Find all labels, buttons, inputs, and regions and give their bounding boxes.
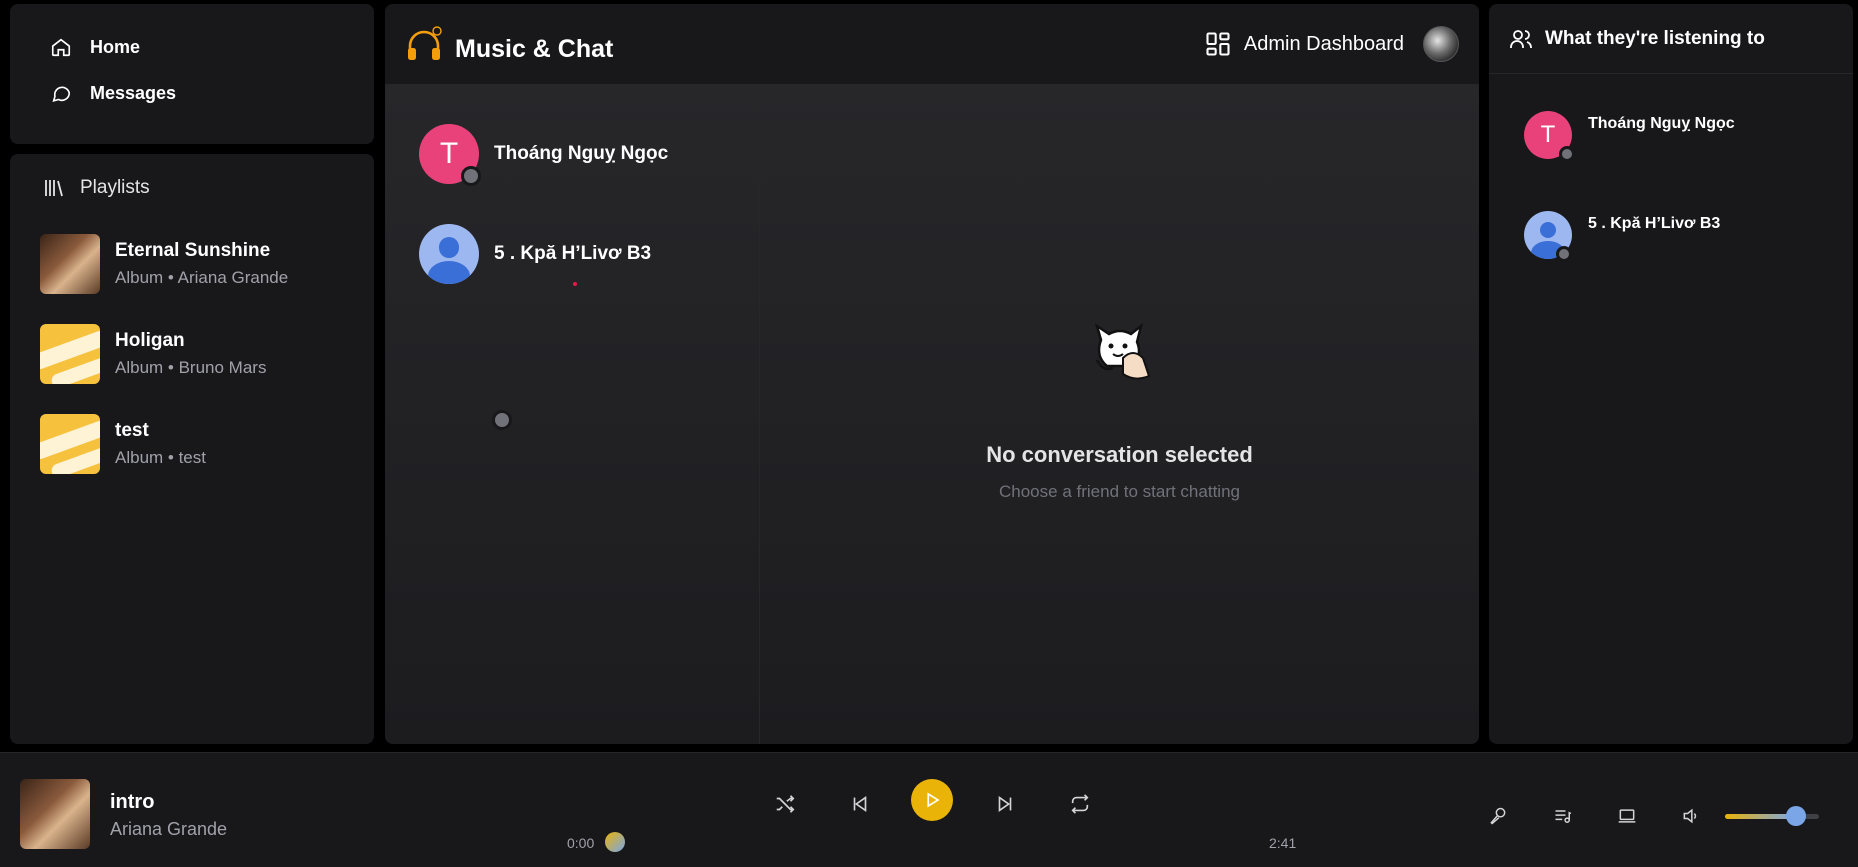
volume-button[interactable]: [1678, 803, 1704, 829]
user-silhouette-icon: [1539, 221, 1557, 238]
playlists-header-label: Playlists: [80, 177, 150, 198]
avatar: T: [1524, 111, 1575, 162]
cat-sticker-icon: [1094, 322, 1151, 380]
playlist-title: test: [115, 420, 149, 441]
friends-activity-header: What they're listening to: [1489, 4, 1853, 74]
playlist-subtitle: Album • Bruno Mars: [115, 358, 267, 377]
avatar-initial: T: [1540, 121, 1556, 148]
playlist-panel: Playlists Eternal Sunshine Album • Arian…: [10, 154, 374, 744]
devices-button[interactable]: [1614, 803, 1640, 829]
now-playing-artist: Ariana Grande: [110, 819, 228, 839]
now-playing-title: intro: [110, 791, 155, 813]
app-title: Music & Chat: [455, 35, 614, 63]
users-icon: [1510, 29, 1532, 48]
user-silhouette-body: [428, 261, 470, 284]
nav-messages[interactable]: Messages: [50, 82, 176, 104]
nav-home-label: Home: [90, 36, 141, 57]
volume-icon: [1683, 808, 1697, 824]
friends-activity-title: What they're listening to: [1545, 27, 1765, 49]
layout-dashboard-icon: [1206, 32, 1230, 56]
play-icon: [927, 792, 940, 808]
repeat-icon: [1071, 794, 1089, 814]
skip-back-icon: [853, 795, 867, 813]
list-music-icon: [1555, 810, 1572, 823]
chat-area: T Thoáng Nguỵ Ngọc 5 . Kpă H’Livơ B3 No …: [385, 84, 1479, 744]
user-silhouette-icon: [438, 237, 460, 258]
headphones-logo-icon: [408, 26, 442, 60]
mic-button[interactable]: [1485, 803, 1511, 829]
home-icon: [51, 38, 71, 57]
previous-button[interactable]: [845, 789, 875, 819]
main-panel: Music & Chat Admin Dashboard T Thoáng Ng…: [385, 4, 1479, 744]
laptop-icon: [1618, 809, 1636, 823]
avatar: [419, 224, 479, 284]
playlist-item-eternal-sunshine[interactable]: Eternal Sunshine Album • Ariana Grande: [40, 234, 288, 294]
now-playing-cover: [20, 779, 90, 849]
conversation-item[interactable]: 5 . Kpă H’Livơ B3: [419, 224, 652, 430]
playlist-item-test[interactable]: test Album • test: [40, 414, 206, 474]
status-dot: [1556, 246, 1572, 262]
playlist-subtitle: Album • test: [115, 448, 206, 467]
avatar-initial: T: [439, 137, 459, 170]
volume-knob[interactable]: [1785, 806, 1806, 826]
friend-item[interactable]: T Thoáng Nguỵ Ngọc: [1524, 111, 1735, 162]
mic-icon: [1490, 807, 1506, 825]
empty-state-title: No conversation selected: [986, 442, 1253, 467]
current-time: 0:00: [567, 835, 595, 851]
status-dot: [1559, 146, 1575, 162]
status-dot: [461, 166, 481, 186]
playlist-item-holigan[interactable]: Holigan Album • Bruno Mars: [40, 324, 266, 384]
next-button[interactable]: [990, 789, 1020, 819]
friends-activity-panel: What they're listening to T Thoáng Nguỵ …: [1489, 4, 1853, 744]
playlist-cover: [40, 324, 100, 384]
nav-panel: Home Messages: [10, 4, 374, 144]
unread-dot: [573, 282, 577, 286]
empty-state: No conversation selected Choose a friend…: [760, 84, 1479, 744]
conversation-name: 5 . Kpă H’Livơ B3: [494, 243, 652, 264]
playlist-title: Eternal Sunshine: [115, 240, 271, 261]
player-bar: intro Ariana Grande 0:00 2:41: [0, 752, 1858, 867]
seek-slider[interactable]: [605, 832, 625, 852]
conversation-name: Thoáng Nguỵ Ngọc: [494, 143, 669, 164]
nav-home[interactable]: Home: [50, 36, 140, 58]
empty-state-subtitle: Choose a friend to start chatting: [999, 482, 1240, 501]
queue-button[interactable]: [1550, 803, 1576, 829]
nav-messages-label: Messages: [90, 82, 177, 103]
admin-dashboard-label: Admin Dashboard: [1243, 32, 1404, 55]
admin-dashboard-button[interactable]: Admin Dashboard: [1204, 30, 1404, 58]
main-header: Music & Chat Admin Dashboard: [385, 4, 1479, 84]
conversation-item[interactable]: T Thoáng Nguỵ Ngọc: [419, 124, 669, 186]
playlist-cover: [40, 234, 100, 294]
user-avatar[interactable]: [1423, 26, 1459, 62]
shuffle-button[interactable]: [770, 789, 800, 819]
skip-forward-icon: [998, 795, 1012, 813]
message-circle-icon: [52, 86, 71, 102]
shuffle-icon: [776, 795, 795, 813]
volume-fill: [1725, 814, 1796, 819]
status-dot: [492, 410, 512, 430]
playlists-header: Playlists: [42, 176, 150, 200]
repeat-button[interactable]: [1065, 789, 1095, 819]
playlist-subtitle: Album • Ariana Grande: [115, 268, 289, 287]
friend-item[interactable]: 5 . Kpă H’Livơ B3: [1524, 211, 1721, 262]
friend-name: 5 . Kpă H’Livơ B3: [1588, 215, 1721, 232]
avatar: T: [419, 124, 481, 186]
playlist-cover: [40, 414, 100, 474]
conversation-list: T Thoáng Nguỵ Ngọc 5 . Kpă H’Livơ B3: [385, 84, 760, 744]
friend-name: Thoáng Nguỵ Ngọc: [1588, 115, 1735, 132]
duration: 2:41: [1269, 835, 1297, 851]
library-icon: [45, 180, 63, 197]
playlist-title: Holigan: [115, 330, 185, 351]
play-button[interactable]: [911, 779, 953, 821]
volume-slider[interactable]: [1725, 806, 1819, 826]
